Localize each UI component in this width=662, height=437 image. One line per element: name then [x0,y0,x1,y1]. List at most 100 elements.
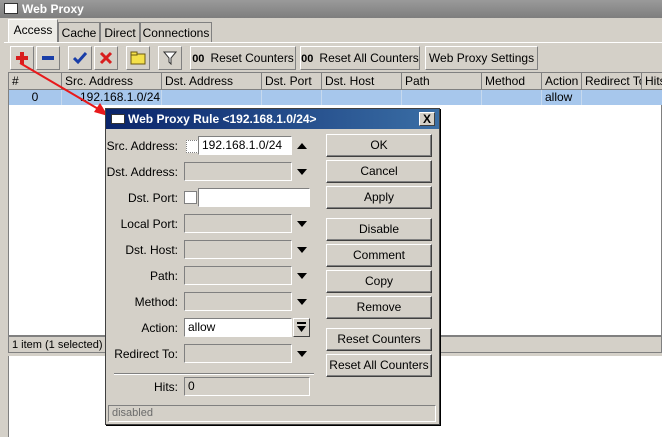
row-dst-host [322,90,402,105]
column-header-method[interactable]: Method [482,73,542,90]
dialog-status-text: disabled [112,407,153,419]
column-header-dst-host[interactable]: Dst. Host [322,73,402,90]
column-header-src-address[interactable]: Src. Address [62,73,162,90]
local-port-label: Local Port: [120,217,178,231]
reset-counters-label: Reset Counters [210,51,294,65]
cancel-button[interactable]: Cancel [326,160,432,183]
dst-address-label: Dst. Address: [106,165,178,179]
dst-host-expand-button[interactable] [296,244,308,256]
x-icon [99,51,113,65]
action-label: Action: [141,321,178,335]
row-src-address: 192.168.1.0/24 [62,90,162,105]
triangle-down-icon [297,221,307,227]
tab-access[interactable]: Access [8,19,58,43]
remove-rule-button[interactable]: Remove [326,296,432,319]
row-method [482,90,542,105]
tab-connections-label: Connections [142,26,210,40]
filter-icon [163,51,177,65]
dst-port-field[interactable] [198,188,310,207]
tab-access-label: Access [13,23,53,37]
tab-connections[interactable]: Connections [140,22,212,42]
method-expand-button[interactable] [296,296,308,308]
reset-all-counters-button[interactable]: 00 Reset All Counters [300,46,420,70]
action-dropdown-button[interactable] [293,318,310,337]
local-port-expand-button[interactable] [296,218,308,230]
reset-all-counters-label: Reset All Counters [319,51,419,65]
redirect-to-field[interactable] [184,344,292,363]
reset-counters-button[interactable]: 00 Reset Counters [190,46,296,70]
tab-cache-label: Cache [61,26,97,40]
window-title-bar: Web Proxy [0,0,662,18]
column-header-num[interactable]: # [9,73,62,90]
window-title: Web Proxy [22,2,84,16]
plus-icon [16,52,28,64]
ok-button[interactable]: OK [326,134,432,157]
row-dst-address [162,90,262,105]
dropdown-arrow-icon [297,322,306,332]
dst-port-label: Dst. Port: [127,191,178,205]
counter-icon: 00 [192,53,205,65]
dialog-title: Web Proxy Rule <192.168.1.0/24> [128,112,317,126]
row-action: allow [542,90,582,105]
add-button[interactable] [10,46,34,70]
table-row[interactable]: 0 192.168.1.0/24 allow [9,90,662,105]
column-header-dst-port[interactable]: Dst. Port [262,73,322,90]
triangle-down-icon [297,247,307,253]
triangle-down-icon [297,299,307,305]
disable-button[interactable] [94,46,118,70]
enable-button[interactable] [68,46,92,70]
redirect-to-expand-button[interactable] [296,348,308,360]
triangle-down-icon [297,273,307,279]
triangle-down-icon [297,351,307,357]
window-icon [4,3,18,14]
dst-address-expand-button[interactable] [296,166,308,178]
web-proxy-rule-dialog: Web Proxy Rule <192.168.1.0/24> X Src. A… [105,108,440,425]
local-port-field[interactable] [184,214,292,233]
dst-host-label: Dst. Host: [125,243,178,257]
column-header-redirect-to[interactable]: Redirect To [582,73,642,90]
dialog-reset-counters-button[interactable]: Reset Counters [326,328,432,351]
comment-button[interactable] [126,46,150,70]
row-dst-port [262,90,322,105]
hits-field: 0 [184,377,310,396]
column-header-path[interactable]: Path [402,73,482,90]
row-path [402,90,482,105]
apply-button[interactable]: Apply [326,186,432,209]
src-address-field[interactable]: 192.168.1.0/24 [198,136,292,155]
separator [114,373,314,375]
web-proxy-settings-button[interactable]: Web Proxy Settings [425,46,538,70]
path-label: Path: [149,269,178,283]
action-select[interactable]: allow [184,318,292,337]
copy-button[interactable]: Copy [326,270,432,293]
counter-icon: 00 [301,53,314,65]
close-button[interactable]: X [419,112,435,126]
checkmark-icon [73,52,87,65]
src-address-collapse-button[interactable] [296,140,308,152]
column-header-action[interactable]: Action [542,73,582,90]
row-num: 0 [9,90,62,105]
tab-direct-label: Direct [104,26,136,40]
dialog-reset-all-counters-button[interactable]: Reset All Counters [326,354,432,377]
path-field[interactable] [184,266,292,285]
comment-rule-button[interactable]: Comment [326,244,432,267]
tab-direct[interactable]: Direct [100,22,140,42]
redirect-to-label: Redirect To: [114,347,178,361]
column-header-hits[interactable]: Hits [642,73,662,90]
dst-address-field[interactable] [184,162,292,181]
tab-divider [4,42,662,43]
web-proxy-settings-label: Web Proxy Settings [428,51,535,65]
dialog-title-bar[interactable]: Web Proxy Rule <192.168.1.0/24> [106,109,439,129]
tab-cache[interactable]: Cache [58,22,100,42]
disable-rule-button[interactable]: Disable [326,218,432,241]
triangle-up-icon [297,143,307,149]
folder-icon [130,51,146,65]
column-header-dst-address[interactable]: Dst. Address [162,73,262,90]
minus-icon [42,56,54,60]
dst-port-invert-checkbox[interactable] [184,191,197,204]
method-field[interactable] [184,292,292,311]
hits-label: Hits: [154,380,178,394]
remove-button[interactable] [36,46,60,70]
path-expand-button[interactable] [296,270,308,282]
filter-button[interactable] [158,46,182,70]
dst-host-field[interactable] [184,240,292,259]
